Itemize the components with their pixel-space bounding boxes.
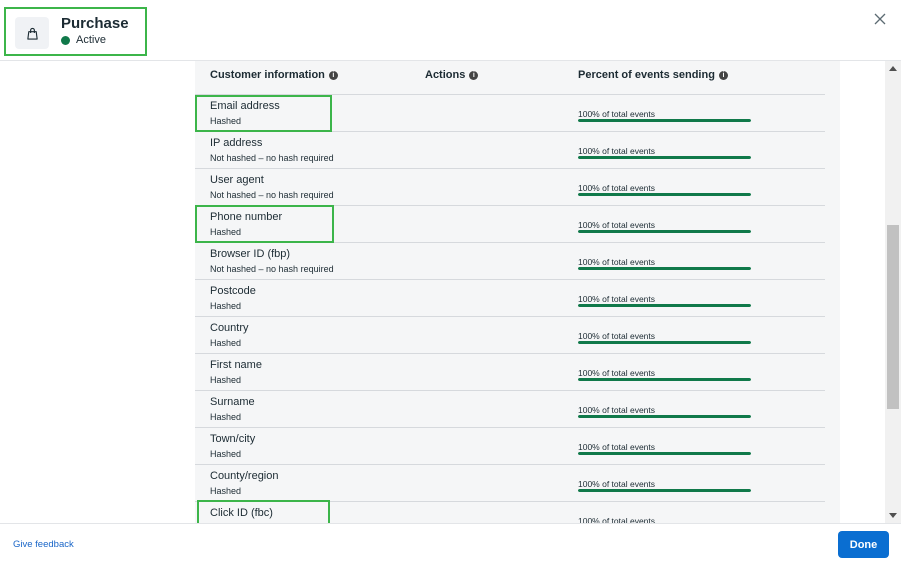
event-summary: Purchase Active — [4, 7, 147, 56]
row-field-name: First name — [210, 359, 262, 371]
customer-info-table: Customer information i Actions i Percent… — [195, 61, 840, 523]
percent-bar — [578, 230, 751, 233]
percent-bar-fill — [578, 156, 751, 159]
row-field-name: IP address — [210, 137, 263, 149]
table-row: County/region Hashed 100% of total events — [195, 465, 825, 502]
percent-bar-fill — [578, 415, 751, 418]
info-icon[interactable]: i — [469, 70, 479, 80]
row-percent-label: 100% of total events — [578, 368, 656, 378]
info-icon[interactable]: i — [718, 70, 728, 80]
event-status-label: Active — [76, 34, 106, 46]
close-icon — [874, 13, 886, 25]
percent-bar — [578, 378, 751, 381]
row-field-name: Click ID (fbc) — [210, 507, 273, 519]
percent-bar-fill — [578, 341, 751, 344]
close-button[interactable] — [873, 12, 887, 26]
percent-bar — [578, 341, 751, 344]
row-percent-label: 100% of total events — [578, 220, 656, 230]
table-row: Click ID (fbc) 100% of total events — [195, 502, 825, 523]
table-row: Browser ID (fbp) Not hashed – no hash req… — [195, 243, 825, 280]
header-percent-label: Percent of events sending — [578, 69, 715, 81]
percent-bar — [578, 489, 751, 492]
row-hash-status: Hashed — [210, 116, 242, 126]
row-percent-label: 100% of total events — [578, 146, 656, 156]
row-field-name: Email address — [210, 100, 280, 112]
table-row: IP address Not hashed – no hash required 1… — [195, 132, 825, 169]
row-field-name: User agent — [210, 174, 264, 186]
percent-bar — [578, 193, 751, 196]
header-actions: Actions i — [425, 69, 479, 81]
row-hash-status: Hashed — [210, 486, 242, 496]
row-field-name: Postcode — [210, 285, 256, 297]
row-hash-status: Hashed — [210, 449, 242, 459]
row-field-name: Town/city — [210, 433, 256, 445]
table-row: First name Hashed 100% of total events — [195, 354, 825, 391]
table-row: Email address Hashed 100% of total events — [195, 95, 825, 132]
header-customer-info: Customer information i — [210, 69, 338, 81]
row-hash-status: Hashed — [210, 301, 242, 311]
table-row: Postcode Hashed 100% of total events — [195, 280, 825, 317]
row-hash-status: Hashed — [210, 227, 242, 237]
percent-bar-fill — [578, 452, 751, 455]
header-percent: Percent of events sending i — [578, 69, 728, 81]
row-percent-label: 100% of total events — [578, 109, 656, 119]
dialog-footer: Give feedback Done — [0, 523, 901, 569]
scroll-thumb[interactable] — [887, 225, 899, 409]
dialog-header: Purchase Active — [0, 0, 901, 61]
row-hash-status: Hashed — [210, 375, 242, 385]
dialog-content: Customer information i Actions i Percent… — [0, 61, 885, 523]
percent-bar-fill — [578, 267, 751, 270]
percent-bar-fill — [578, 304, 751, 307]
give-feedback-link[interactable]: Give feedback — [13, 539, 74, 550]
row-percent-label: 100% of total events — [578, 294, 656, 304]
row-field-name: Phone number — [210, 211, 283, 223]
percent-bar — [578, 119, 751, 122]
percent-bar — [578, 267, 751, 270]
info-icon[interactable]: i — [328, 70, 338, 80]
status-dot — [61, 35, 70, 45]
done-button[interactable]: Done — [838, 531, 889, 558]
event-status: Active — [61, 34, 106, 46]
percent-bar-fill — [578, 230, 751, 233]
table-header: Customer information i Actions i Percent… — [195, 61, 825, 95]
row-hash-status: Not hashed – no hash required — [210, 153, 334, 163]
table-row: Phone number Hashed 100% of total events — [195, 206, 825, 243]
percent-bar-fill — [578, 119, 751, 122]
row-percent-label: 100% of total events — [578, 516, 656, 523]
percent-bar-fill — [578, 193, 751, 196]
scroll-down-arrow-icon[interactable] — [889, 513, 897, 518]
table-row: Town/city Hashed 100% of total events — [195, 428, 825, 465]
row-percent-label: 100% of total events — [578, 331, 656, 341]
row-field-name: Country — [210, 322, 249, 334]
row-hash-status: Hashed — [210, 338, 242, 348]
header-customer-info-label: Customer information — [210, 69, 325, 81]
row-percent-label: 100% of total events — [578, 257, 656, 267]
table-row: Surname Hashed 100% of total events — [195, 391, 825, 428]
percent-bar-fill — [578, 378, 751, 381]
row-field-name: County/region — [210, 470, 279, 482]
percent-bar — [578, 156, 751, 159]
row-field-name: Browser ID (fbp) — [210, 248, 291, 260]
row-percent-label: 100% of total events — [578, 479, 656, 489]
table-row: User agent Not hashed – no hash required 1… — [195, 169, 825, 206]
percent-bar — [578, 452, 751, 455]
scrollbar[interactable] — [885, 61, 901, 523]
event-title: Purchase — [61, 15, 129, 32]
row-hash-status: Not hashed – no hash required — [210, 264, 334, 274]
row-percent-label: 100% of total events — [578, 405, 656, 415]
row-field-name: Surname — [210, 396, 255, 408]
scroll-up-arrow-icon[interactable] — [889, 66, 897, 71]
percent-bar — [578, 415, 751, 418]
shopping-bag-icon — [15, 17, 49, 49]
row-percent-label: 100% of total events — [578, 442, 656, 452]
header-actions-label: Actions — [425, 69, 466, 81]
table-row: Country Hashed 100% of total events — [195, 317, 825, 354]
row-hash-status: Not hashed – no hash required — [210, 190, 334, 200]
percent-bar-fill — [578, 489, 751, 492]
percent-bar — [578, 304, 751, 307]
row-percent-label: 100% of total events — [578, 183, 656, 193]
row-hash-status: Hashed — [210, 412, 242, 422]
